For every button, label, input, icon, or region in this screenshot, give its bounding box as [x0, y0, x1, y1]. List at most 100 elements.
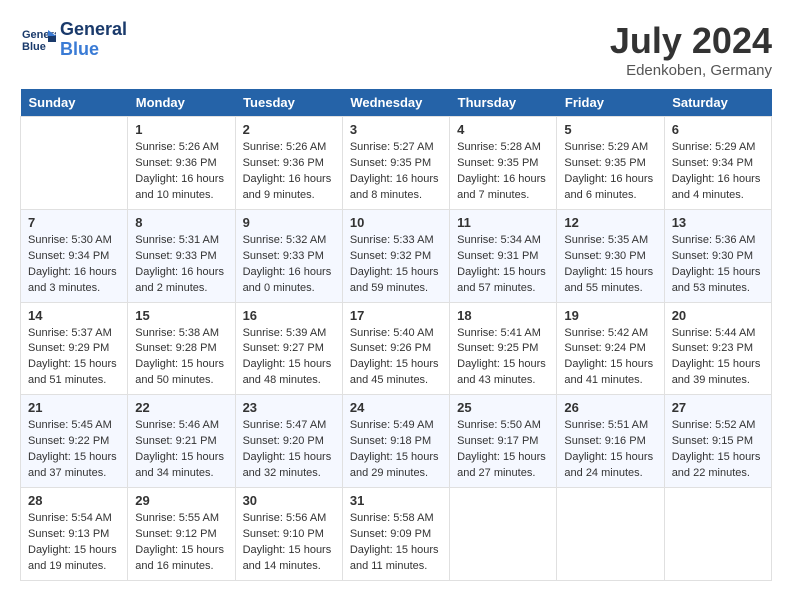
- calendar-cell: [21, 117, 128, 210]
- cell-data: Sunrise: 5:51 AMSunset: 9:16 PMDaylight:…: [564, 418, 656, 482]
- cell-data: Sunrise: 5:41 AMSunset: 9:25 PMDaylight:…: [457, 326, 549, 390]
- day-number: 9: [243, 215, 335, 230]
- calendar-cell: 29Sunrise: 5:55 AMSunset: 9:12 PMDayligh…: [128, 488, 235, 581]
- day-number: 10: [350, 215, 442, 230]
- cell-line: Daylight: 15 hours: [28, 544, 117, 556]
- cell-line: Daylight: 16 hours: [28, 266, 117, 278]
- day-number: 20: [672, 308, 764, 323]
- cell-line: Sunrise: 5:44 AM: [672, 327, 756, 339]
- cell-line: and 14 minutes.: [243, 560, 321, 572]
- cell-line: Daylight: 15 hours: [243, 451, 332, 463]
- day-number: 31: [350, 493, 442, 508]
- column-header-thursday: Thursday: [450, 89, 557, 117]
- cell-line: Sunrise: 5:31 AM: [135, 234, 219, 246]
- cell-line: and 24 minutes.: [564, 467, 642, 479]
- cell-line: and 37 minutes.: [28, 467, 106, 479]
- cell-line: Sunrise: 5:41 AM: [457, 327, 541, 339]
- day-number: 2: [243, 122, 335, 137]
- cell-line: Daylight: 16 hours: [350, 173, 439, 185]
- cell-line: Sunrise: 5:51 AM: [564, 419, 648, 431]
- cell-line: Sunrise: 5:55 AM: [135, 512, 219, 524]
- cell-line: Sunset: 9:28 PM: [135, 342, 216, 354]
- cell-line: Sunset: 9:24 PM: [564, 342, 645, 354]
- calendar-cell: 27Sunrise: 5:52 AMSunset: 9:15 PMDayligh…: [664, 395, 771, 488]
- cell-data: Sunrise: 5:50 AMSunset: 9:17 PMDaylight:…: [457, 418, 549, 482]
- cell-line: Daylight: 16 hours: [135, 266, 224, 278]
- cell-line: Sunset: 9:36 PM: [243, 157, 324, 169]
- day-number: 15: [135, 308, 227, 323]
- cell-line: and 59 minutes.: [350, 282, 428, 294]
- cell-data: Sunrise: 5:26 AMSunset: 9:36 PMDaylight:…: [135, 140, 227, 204]
- cell-line: and 45 minutes.: [350, 374, 428, 386]
- cell-line: Sunrise: 5:46 AM: [135, 419, 219, 431]
- cell-line: Daylight: 16 hours: [564, 173, 653, 185]
- cell-line: Sunset: 9:31 PM: [457, 250, 538, 262]
- cell-line: Daylight: 15 hours: [135, 544, 224, 556]
- page-header: General Blue General Blue July 2024 Eden…: [20, 20, 772, 79]
- calendar-cell: 10Sunrise: 5:33 AMSunset: 9:32 PMDayligh…: [342, 209, 449, 302]
- cell-line: and 53 minutes.: [672, 282, 750, 294]
- cell-data: Sunrise: 5:47 AMSunset: 9:20 PMDaylight:…: [243, 418, 335, 482]
- cell-line: Daylight: 15 hours: [350, 266, 439, 278]
- cell-line: Daylight: 15 hours: [672, 358, 761, 370]
- day-number: 18: [457, 308, 549, 323]
- day-number: 23: [243, 400, 335, 415]
- calendar-cell: 2 Sunrise: 5:26 AMSunset: 9:36 PMDaylight…: [235, 117, 342, 210]
- cell-line: Sunset: 9:22 PM: [28, 435, 109, 447]
- column-header-wednesday: Wednesday: [342, 89, 449, 117]
- calendar-cell: 4Sunrise: 5:28 AMSunset: 9:35 PMDaylight…: [450, 117, 557, 210]
- cell-line: and 10 minutes.: [135, 189, 213, 201]
- calendar-cell: 21Sunrise: 5:45 AMSunset: 9:22 PMDayligh…: [21, 395, 128, 488]
- cell-line: Sunrise: 5:34 AM: [457, 234, 541, 246]
- cell-line: Sunrise: 5:42 AM: [564, 327, 648, 339]
- cell-data: Sunrise: 5:42 AMSunset: 9:24 PMDaylight:…: [564, 326, 656, 390]
- cell-line: Sunrise: 5:52 AM: [672, 419, 756, 431]
- cell-line: Sunrise: 5:29 AM: [564, 141, 648, 153]
- cell-line: and 48 minutes.: [243, 374, 321, 386]
- calendar-table: SundayMondayTuesdayWednesdayThursdayFrid…: [20, 89, 772, 581]
- cell-line: Sunrise: 5:30 AM: [28, 234, 112, 246]
- logo-icon: General Blue: [20, 22, 56, 58]
- cell-line: Daylight: 15 hours: [672, 266, 761, 278]
- cell-line: Sunset: 9:18 PM: [350, 435, 431, 447]
- cell-data: Sunrise: 5:34 AMSunset: 9:31 PMDaylight:…: [457, 233, 549, 297]
- cell-line: Daylight: 16 hours: [243, 266, 332, 278]
- day-number: 12: [564, 215, 656, 230]
- cell-line: Sunset: 9:35 PM: [457, 157, 538, 169]
- day-number: 14: [28, 308, 120, 323]
- day-number: 5: [564, 122, 656, 137]
- cell-line: Daylight: 15 hours: [350, 451, 439, 463]
- cell-line: Sunset: 9:27 PM: [243, 342, 324, 354]
- cell-line: Daylight: 15 hours: [135, 358, 224, 370]
- cell-line: and 55 minutes.: [564, 282, 642, 294]
- column-header-tuesday: Tuesday: [235, 89, 342, 117]
- day-number: 24: [350, 400, 442, 415]
- calendar-cell: 19Sunrise: 5:42 AMSunset: 9:24 PMDayligh…: [557, 302, 664, 395]
- month-title: July 2024: [610, 20, 772, 62]
- calendar-cell: [450, 488, 557, 581]
- cell-line: and 22 minutes.: [672, 467, 750, 479]
- cell-line: Sunrise: 5:47 AM: [243, 419, 327, 431]
- cell-line: Sunrise: 5:45 AM: [28, 419, 112, 431]
- calendar-cell: 17Sunrise: 5:40 AMSunset: 9:26 PMDayligh…: [342, 302, 449, 395]
- cell-line: Daylight: 16 hours: [243, 173, 332, 185]
- cell-line: and 51 minutes.: [28, 374, 106, 386]
- cell-data: Sunrise: 5:26 AMSunset: 9:36 PMDaylight:…: [243, 140, 335, 204]
- cell-data: Sunrise: 5:55 AMSunset: 9:12 PMDaylight:…: [135, 511, 227, 575]
- cell-line: and 8 minutes.: [350, 189, 422, 201]
- calendar-cell: 23 Sunrise: 5:47 AMSunset: 9:20 PMDayligh…: [235, 395, 342, 488]
- cell-line: Daylight: 15 hours: [457, 451, 546, 463]
- cell-line: Daylight: 16 hours: [135, 173, 224, 185]
- cell-line: Sunrise: 5:26 AM: [135, 141, 219, 153]
- day-number: 26: [564, 400, 656, 415]
- title-block: July 2024 Edenkoben, Germany: [610, 20, 772, 79]
- calendar-cell: 31Sunrise: 5:58 AMSunset: 9:09 PMDayligh…: [342, 488, 449, 581]
- cell-line: Sunset: 9:29 PM: [28, 342, 109, 354]
- cell-line: Sunrise: 5:32 AM: [243, 234, 327, 246]
- calendar-week-5: 28Sunrise: 5:54 AMSunset: 9:13 PMDayligh…: [21, 488, 772, 581]
- column-header-friday: Friday: [557, 89, 664, 117]
- cell-line: Sunrise: 5:50 AM: [457, 419, 541, 431]
- column-header-saturday: Saturday: [664, 89, 771, 117]
- day-number: 3: [350, 122, 442, 137]
- cell-line: and 41 minutes.: [564, 374, 642, 386]
